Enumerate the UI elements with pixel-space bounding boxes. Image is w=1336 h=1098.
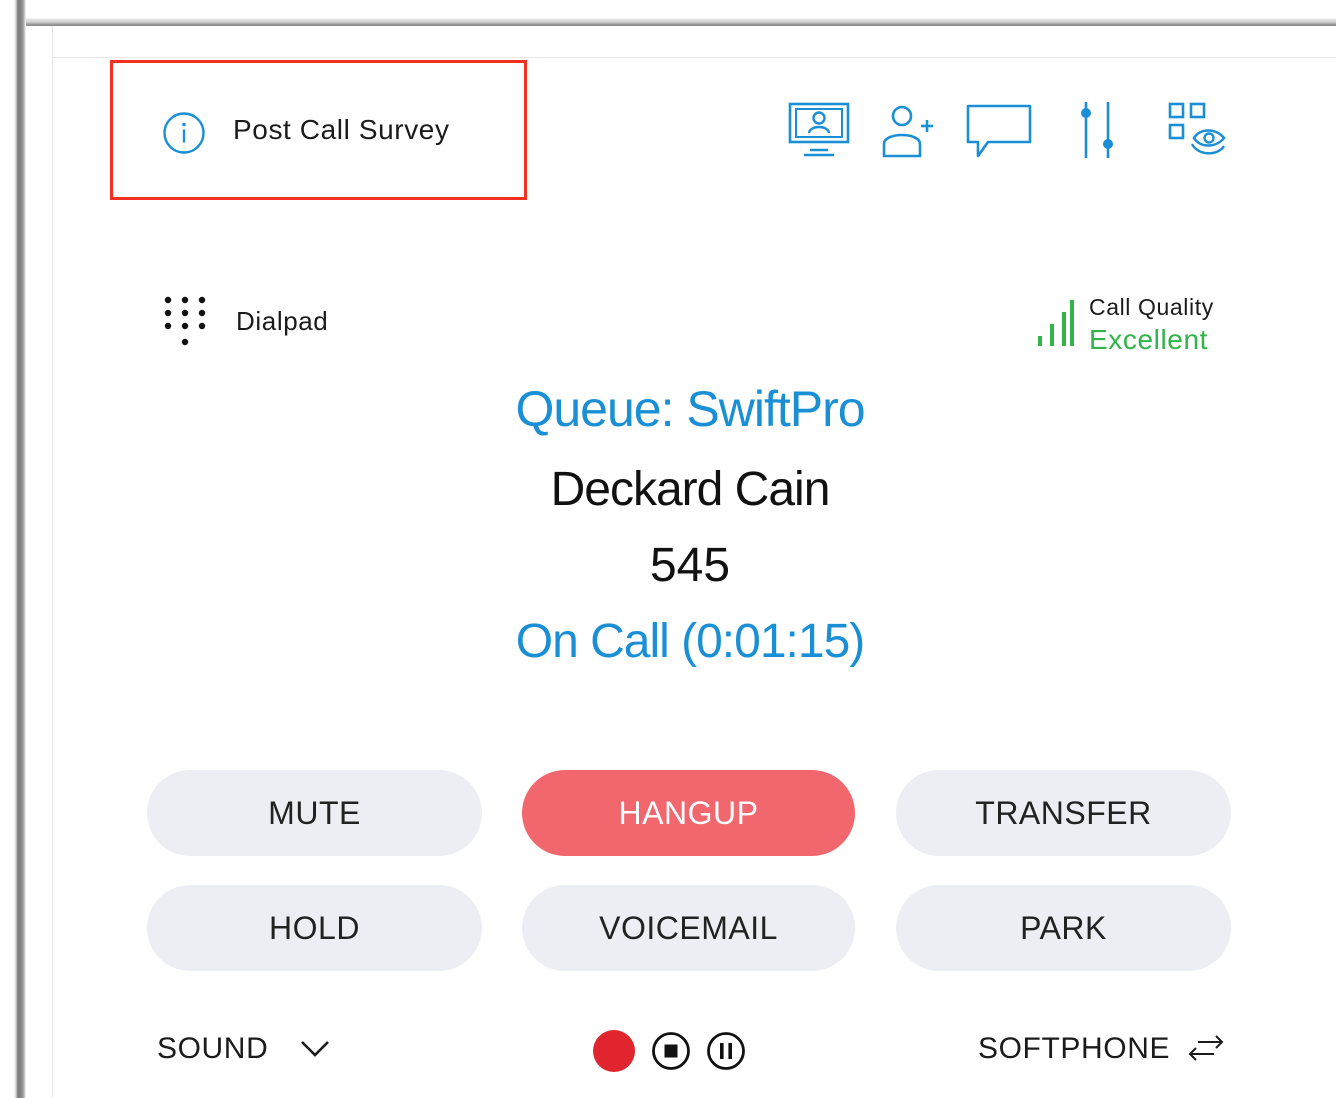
add-contact-icon[interactable] [878, 98, 942, 160]
pause-icon[interactable] [706, 1031, 746, 1071]
record-icon[interactable] [593, 1030, 635, 1072]
caller-extension: 545 [649, 539, 731, 592]
header-divider [52, 57, 1336, 58]
hold-button[interactable]: HOLD [147, 885, 482, 971]
chevron-down-icon[interactable] [299, 1038, 331, 1060]
signal-strength-icon [1036, 298, 1076, 350]
call-quality-label: Call Quality [1089, 294, 1214, 320]
qr-scan-icon[interactable] [1164, 98, 1230, 162]
swap-arrows-icon[interactable] [1186, 1033, 1226, 1063]
voicemail-button[interactable]: VOICEMAIL [522, 885, 855, 971]
sound-dropdown-label[interactable]: SOUND [157, 1032, 268, 1066]
screen-share-icon[interactable] [788, 98, 852, 160]
dialpad-label[interactable]: Dialpad [236, 306, 328, 337]
call-status: On Call (0:01:15) [515, 615, 866, 668]
settings-sliders-icon[interactable] [1072, 98, 1122, 162]
info-icon[interactable] [162, 111, 206, 155]
hangup-button[interactable]: HANGUP [522, 770, 855, 856]
stop-icon[interactable] [651, 1031, 691, 1071]
mute-button[interactable]: MUTE [147, 770, 482, 856]
dialpad-icon[interactable] [160, 292, 210, 354]
call-quality-value: Excellent [1089, 324, 1209, 355]
window-left-edge [0, 0, 26, 1098]
window-top-edge [0, 0, 1336, 26]
softphone-toggle-label[interactable]: SOFTPHONE [978, 1032, 1170, 1066]
post-call-survey-label[interactable]: Post Call Survey [233, 114, 450, 146]
chat-icon[interactable] [964, 98, 1036, 160]
park-button[interactable]: PARK [896, 885, 1231, 971]
transfer-button[interactable]: TRANSFER [896, 770, 1231, 856]
panel-border [52, 26, 53, 1098]
caller-name: Deckard Cain [550, 463, 831, 516]
queue-name: Queue: SwiftPro [515, 381, 865, 437]
